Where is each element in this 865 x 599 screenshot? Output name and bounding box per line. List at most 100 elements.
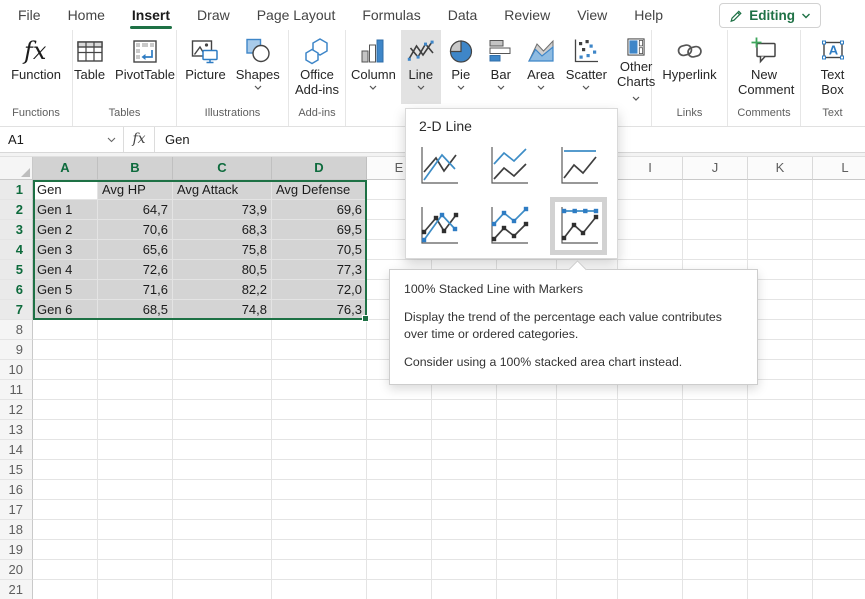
cell-A6[interactable]: Gen 5 [33,280,98,300]
menu-tab-review[interactable]: Review [504,0,550,30]
row-header-10[interactable]: 10 [0,360,33,380]
menu-tab-help[interactable]: Help [634,0,663,30]
cell-B21[interactable] [98,580,173,599]
menu-tab-view[interactable]: View [577,0,607,30]
cell-G14[interactable] [497,440,557,460]
cell-J4[interactable] [683,240,748,260]
cell-E13[interactable] [367,420,432,440]
row-header-15[interactable]: 15 [0,460,33,480]
cell-C11[interactable] [173,380,272,400]
cell-C14[interactable] [173,440,272,460]
cell-E20[interactable] [367,560,432,580]
cell-A4[interactable]: Gen 3 [33,240,98,260]
cell-C7[interactable]: 74,8 [173,300,272,320]
cell-B12[interactable] [98,400,173,420]
cell-F15[interactable] [432,460,497,480]
cell-K20[interactable] [748,560,813,580]
chart-type-option-line-with-markers[interactable] [415,202,462,250]
editing-mode-button[interactable]: Editing [719,3,821,28]
cell-K17[interactable] [748,500,813,520]
cell-K19[interactable] [748,540,813,560]
cell-G13[interactable] [497,420,557,440]
cell-L17[interactable] [813,500,865,520]
cell-B6[interactable]: 71,6 [98,280,173,300]
cell-A21[interactable] [33,580,98,599]
cell-F16[interactable] [432,480,497,500]
row-header-13[interactable]: 13 [0,420,33,440]
cell-D15[interactable] [272,460,367,480]
cell-G12[interactable] [497,400,557,420]
cell-D20[interactable] [272,560,367,580]
cell-L12[interactable] [813,400,865,420]
cell-G18[interactable] [497,520,557,540]
chart-type-option-stacked-line[interactable] [485,142,532,190]
cell-B8[interactable] [98,320,173,340]
cell-H17[interactable] [557,500,618,520]
cell-C16[interactable] [173,480,272,500]
cell-K12[interactable] [748,400,813,420]
cell-E16[interactable] [367,480,432,500]
cell-D4[interactable]: 70,5 [272,240,367,260]
cell-L16[interactable] [813,480,865,500]
cell-B2[interactable]: 64,7 [98,200,173,220]
cell-H15[interactable] [557,460,618,480]
cell-J2[interactable] [683,200,748,220]
cell-B11[interactable] [98,380,173,400]
office-addins-button[interactable]: Office Add-ins [289,30,345,103]
row-header-1[interactable]: 1 [0,180,33,200]
cell-A15[interactable] [33,460,98,480]
cell-J18[interactable] [683,520,748,540]
cell-C10[interactable] [173,360,272,380]
cell-B15[interactable] [98,460,173,480]
cell-E14[interactable] [367,440,432,460]
cell-D2[interactable]: 69,6 [272,200,367,220]
row-header-18[interactable]: 18 [0,520,33,540]
menu-tab-draw[interactable]: Draw [197,0,230,30]
cell-A20[interactable] [33,560,98,580]
cell-A9[interactable] [33,340,98,360]
line-chart-button[interactable]: Line [401,30,441,104]
cell-K3[interactable] [748,220,813,240]
cell-A2[interactable]: Gen 1 [33,200,98,220]
row-header-19[interactable]: 19 [0,540,33,560]
cell-D3[interactable]: 69,5 [272,220,367,240]
fx-button[interactable]: fx [124,127,155,152]
cell-B4[interactable]: 65,6 [98,240,173,260]
cell-I18[interactable] [618,520,683,540]
cell-K21[interactable] [748,580,813,599]
row-header-6[interactable]: 6 [0,280,33,300]
cell-A3[interactable]: Gen 2 [33,220,98,240]
cell-L6[interactable] [813,280,865,300]
cell-B18[interactable] [98,520,173,540]
cell-J12[interactable] [683,400,748,420]
cell-F12[interactable] [432,400,497,420]
cell-L20[interactable] [813,560,865,580]
cell-A13[interactable] [33,420,98,440]
cell-D11[interactable] [272,380,367,400]
cell-K2[interactable] [748,200,813,220]
cell-L1[interactable] [813,180,865,200]
cell-F21[interactable] [432,580,497,599]
cell-I16[interactable] [618,480,683,500]
cell-A12[interactable] [33,400,98,420]
cell-I14[interactable] [618,440,683,460]
cell-K1[interactable] [748,180,813,200]
text-box-button[interactable]: A Text Box [811,30,855,103]
cell-L11[interactable] [813,380,865,400]
cell-I1[interactable] [618,180,683,200]
cell-I15[interactable] [618,460,683,480]
cell-J16[interactable] [683,480,748,500]
cell-L3[interactable] [813,220,865,240]
column-header-D[interactable]: D [272,157,367,180]
bar-chart-button[interactable]: Bar [481,30,521,104]
cell-H16[interactable] [557,480,618,500]
cell-C8[interactable] [173,320,272,340]
cell-B16[interactable] [98,480,173,500]
cell-G16[interactable] [497,480,557,500]
cell-E19[interactable] [367,540,432,560]
cell-B20[interactable] [98,560,173,580]
cell-G17[interactable] [497,500,557,520]
cell-H12[interactable] [557,400,618,420]
cell-D19[interactable] [272,540,367,560]
cell-A19[interactable] [33,540,98,560]
